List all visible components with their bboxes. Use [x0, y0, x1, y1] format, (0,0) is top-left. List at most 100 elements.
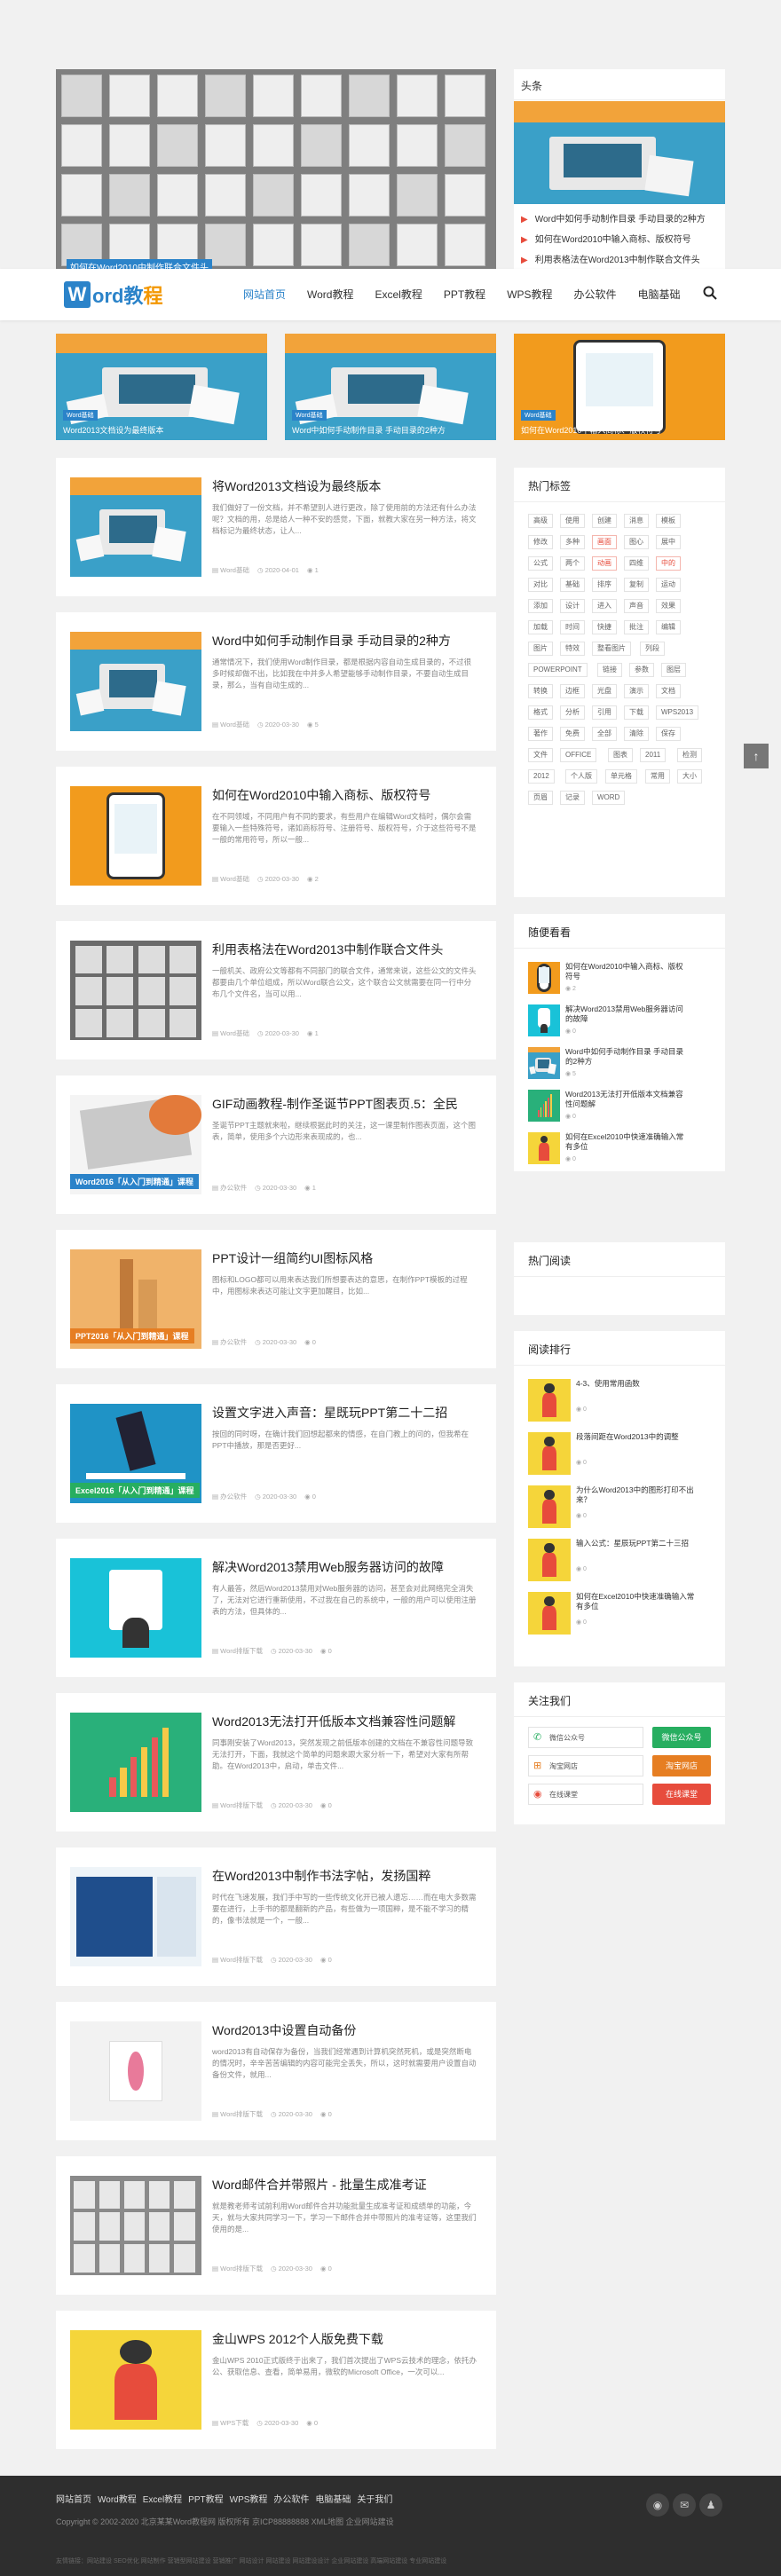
- post-category[interactable]: ▤ 办公软件: [212, 1184, 247, 1192]
- footer-link[interactable]: WPS教程: [230, 2495, 268, 2505]
- tag-item[interactable]: 快捷: [592, 620, 617, 634]
- tag-item[interactable]: 单元格: [605, 769, 637, 784]
- post-thumbnail[interactable]: Excel2016「从入门到精通」课程: [70, 1404, 201, 1503]
- tag-item[interactable]: 对比: [528, 578, 553, 592]
- tag-item[interactable]: 页眉: [528, 791, 553, 805]
- tag-item[interactable]: 时间: [560, 620, 585, 634]
- rank-title-link[interactable]: 4-3、使用常用函数: [576, 1379, 700, 1389]
- tag-item[interactable]: 图片: [528, 642, 553, 656]
- rank-title-link[interactable]: 输入公式：星辰玩PPT第二十三招: [576, 1539, 700, 1548]
- post-thumbnail[interactable]: [70, 786, 201, 886]
- footer-link[interactable]: Excel教程: [143, 2495, 182, 2505]
- tag-item[interactable]: 2012: [528, 769, 555, 784]
- rank-title-link[interactable]: 为什么Word2013中的图形打印不出来？: [576, 1485, 700, 1505]
- tag-item[interactable]: 列段: [640, 642, 665, 656]
- tag-item[interactable]: 编辑: [656, 620, 681, 634]
- tag-item[interactable]: 设计: [560, 599, 585, 613]
- top-list-item-3[interactable]: ▶ 利用表格法在Word2013中制作联合文件头: [521, 252, 700, 265]
- follow-button[interactable]: 淘宝网店: [652, 1755, 711, 1776]
- tag-item[interactable]: 创建: [592, 514, 617, 528]
- tag-item[interactable]: 边框: [560, 684, 585, 698]
- tag-item[interactable]: 模板: [656, 514, 681, 528]
- nav-ppt[interactable]: PPT教程: [433, 269, 496, 320]
- tag-item[interactable]: 免费: [560, 727, 585, 741]
- footer-link[interactable]: 办公软件: [273, 2495, 309, 2505]
- post-title[interactable]: PPT设计一组简约UI图标风格: [212, 1249, 373, 1267]
- post-title[interactable]: 设置文字进入声音：星既玩PPT第二十二招: [212, 1404, 447, 1422]
- follow-button[interactable]: 微信公众号: [652, 1727, 711, 1748]
- tag-item[interactable]: 效果: [656, 599, 681, 613]
- post-category[interactable]: ▤ WPS下载: [212, 2419, 248, 2427]
- recommend-title-link[interactable]: Word2013无法打开低版本文档兼容性问题解: [565, 1090, 690, 1109]
- footer-link[interactable]: 电脑基础: [315, 2495, 351, 2505]
- tag-item[interactable]: 格式: [528, 705, 553, 720]
- post-title[interactable]: Word2013中设置自动备份: [212, 2021, 356, 2039]
- footer-link[interactable]: 关于我们: [357, 2495, 392, 2505]
- post-category[interactable]: ▤ 办公软件: [212, 1493, 247, 1501]
- tag-item[interactable]: 全部: [592, 727, 617, 741]
- rank-thumb[interactable]: [528, 1592, 571, 1635]
- nav-excel[interactable]: Excel教程: [364, 269, 432, 320]
- tag-item[interactable]: 2011: [640, 748, 667, 762]
- post-category[interactable]: ▤ Word排版下载: [212, 2110, 263, 2118]
- hero-item[interactable]: Word基础 Word2013文档设为最终版本: [56, 334, 267, 440]
- tag-item[interactable]: 引用: [592, 705, 617, 720]
- post-category[interactable]: ▤ Word排版下载: [212, 1801, 263, 1809]
- tag-item[interactable]: 运动: [656, 578, 681, 592]
- tag-item[interactable]: 中的: [656, 556, 681, 571]
- post-title[interactable]: Word2013无法打开低版本文档兼容性问题解: [212, 1713, 455, 1730]
- post-title[interactable]: 将Word2013文档设为最终版本: [212, 477, 381, 495]
- top-list-item-1[interactable]: ▶ Word中如何手动制作目录 手动目录的2种方: [521, 211, 706, 225]
- tag-item[interactable]: 图心: [624, 535, 649, 549]
- tag-item[interactable]: 进入: [592, 599, 617, 613]
- tag-item[interactable]: 修改: [528, 535, 553, 549]
- tag-item[interactable]: 两个: [560, 556, 585, 571]
- rank-thumb[interactable]: [528, 1539, 571, 1581]
- tag-item[interactable]: 演示: [624, 684, 649, 698]
- tag-item[interactable]: 大小: [677, 769, 702, 784]
- tag-item[interactable]: 加载: [528, 620, 553, 634]
- tag-item[interactable]: 转换: [528, 684, 553, 698]
- headline-image[interactable]: [514, 101, 725, 204]
- post-thumbnail[interactable]: [70, 1713, 201, 1812]
- post-title[interactable]: 如何在Word2010中输入商标、版权符号: [212, 786, 430, 804]
- post-category[interactable]: ▤ Word排版下载: [212, 1956, 263, 1964]
- tag-item[interactable]: 参数: [629, 663, 654, 677]
- tag-item[interactable]: 个人版: [565, 769, 597, 784]
- tag-item[interactable]: 展中: [656, 535, 681, 549]
- tag-item[interactable]: 著作: [528, 727, 553, 741]
- recommend-thumb[interactable]: [528, 1004, 560, 1036]
- tag-item[interactable]: 排序: [592, 578, 617, 592]
- hero-item[interactable]: Word基础 Word中如何手动制作目录 手动目录的2种方: [285, 334, 496, 440]
- recommend-thumb[interactable]: [528, 1090, 560, 1122]
- post-thumbnail[interactable]: [70, 477, 201, 577]
- top-list-item-2[interactable]: ▶ 如何在Word2010中输入商标、版权符号: [521, 232, 691, 245]
- post-thumbnail[interactable]: [70, 941, 201, 1040]
- post-thumbnail[interactable]: Word2016「从入门到精通」课程: [70, 1095, 201, 1194]
- post-category[interactable]: ▤ Word排版下载: [212, 1647, 263, 1655]
- rank-title-link[interactable]: 段落间距在Word2013中的调整: [576, 1432, 700, 1442]
- rank-title-link[interactable]: 如何在Excel2010中快速准确输入常有多位: [576, 1592, 700, 1611]
- tag-item[interactable]: 文件: [528, 748, 553, 762]
- nav-word[interactable]: Word教程: [296, 269, 364, 320]
- nav-pc[interactable]: 电脑基础: [627, 269, 691, 320]
- post-thumbnail[interactable]: [70, 2330, 201, 2430]
- post-title[interactable]: Word邮件合并带照片 - 批量生成准考证: [212, 2176, 427, 2194]
- post-title[interactable]: 解决Word2013禁用Web服务器访问的故障: [212, 1558, 444, 1576]
- post-category[interactable]: ▤ Word基础: [212, 721, 249, 729]
- footer-link[interactable]: 网站首页: [56, 2495, 91, 2505]
- tag-item[interactable]: 检测: [677, 748, 702, 762]
- nav-office[interactable]: 办公软件: [564, 269, 627, 320]
- tag-item[interactable]: 文档: [656, 684, 681, 698]
- weibo-icon[interactable]: ◉: [646, 2493, 669, 2517]
- tag-item[interactable]: 常用: [645, 769, 670, 784]
- tag-item[interactable]: 批注: [624, 620, 649, 634]
- tag-item[interactable]: WPS2013: [656, 705, 699, 720]
- tag-item[interactable]: 清除: [624, 727, 649, 741]
- rank-thumb[interactable]: [528, 1432, 571, 1475]
- tag-item[interactable]: 高级: [528, 514, 553, 528]
- post-title[interactable]: 在Word2013中制作书法字帖，发扬国粹: [212, 1867, 430, 1885]
- tag-item[interactable]: POWERPOINT: [528, 663, 588, 677]
- tag-item[interactable]: 图层: [661, 663, 686, 677]
- post-thumbnail[interactable]: PPT2016「从入门到精通」课程: [70, 1249, 201, 1349]
